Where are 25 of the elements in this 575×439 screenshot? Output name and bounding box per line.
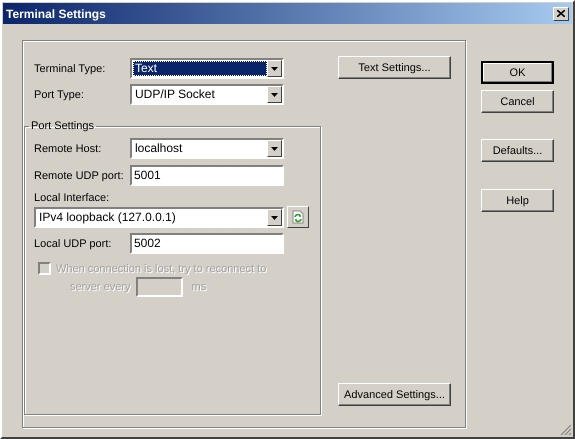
text-settings-button[interactable]: Text Settings... <box>338 56 451 79</box>
field-label: Terminal Type: <box>34 62 106 74</box>
dropdown[interactable]: UDP/IP Socket <box>130 84 284 105</box>
input-field[interactable]: 5002 <box>130 233 284 254</box>
dialog-button[interactable]: Defaults... <box>481 139 554 162</box>
dropdown[interactable]: IPv4 loopback (127.0.0.1) <box>34 207 284 228</box>
field-label: Local Interface: <box>34 192 110 204</box>
window-title: Terminal Settings <box>6 6 106 20</box>
group-title: Port Settings <box>30 120 95 132</box>
resize-grip-icon[interactable] <box>560 424 572 436</box>
dialog-button[interactable]: Cancel <box>481 90 554 113</box>
close-button[interactable] <box>553 6 569 20</box>
dialog-button[interactable]: Help <box>481 189 554 212</box>
dropdown[interactable]: localhost <box>130 138 284 159</box>
close-icon <box>557 10 565 17</box>
field-label: Remote Host: <box>34 142 102 154</box>
input-field[interactable]: 5001 <box>130 165 284 186</box>
field-label: Port Type: <box>34 88 85 100</box>
refresh-button[interactable] <box>287 206 309 228</box>
field-label: Remote UDP port: <box>34 170 125 182</box>
field-label: Local UDP port: <box>34 238 112 250</box>
advanced-settings-button[interactable]: Advanced Settings... <box>338 383 451 406</box>
dialog-button[interactable]: OK <box>481 61 554 84</box>
dropdown[interactable]: Text <box>130 58 284 79</box>
refresh-icon <box>292 210 304 224</box>
